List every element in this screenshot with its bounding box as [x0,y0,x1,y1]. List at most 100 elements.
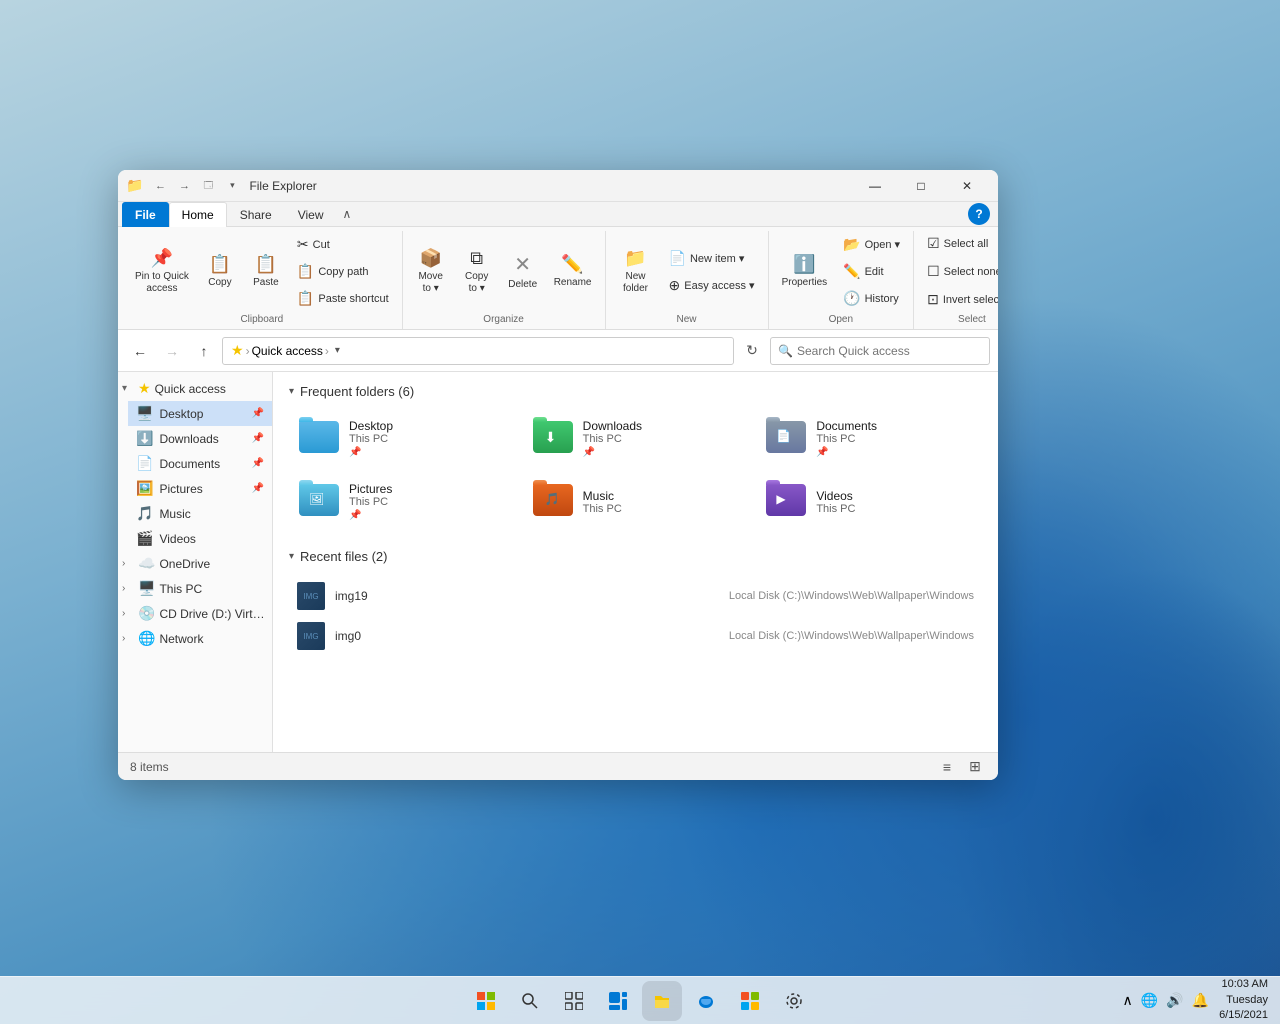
pictures-folder-thumb: 🖼 [299,484,339,520]
sidebar-item-videos[interactable]: 🎬 Videos [128,526,272,551]
delete-icon: ✕ [514,252,531,277]
task-view-button[interactable] [554,981,594,1021]
folder-item-desktop[interactable]: Desktop This PC 📌 [289,411,515,466]
recent-file-img0[interactable]: IMG img0 Local Disk (C:)\Windows\Web\Wal… [289,616,982,656]
volume-icon[interactable]: 🔊 [1164,990,1185,1011]
rename-button[interactable]: ✏️ Rename [547,249,599,294]
documents-folder-thumb: 📄 [766,421,806,457]
quick-access-toolbar-dropdown[interactable]: ▾ [221,175,243,197]
tab-home[interactable]: Home [169,202,227,227]
open-btn[interactable]: 📂 Open ▾ [836,232,907,257]
img0-name: img0 [335,629,719,643]
sidebar-item-pictures[interactable]: 🖼️ Pictures 📌 [128,476,272,501]
new-folder-button[interactable]: 📁 Newfolder [612,243,660,300]
copy-path-button[interactable]: 📋 Copy path [290,259,396,284]
history-button[interactable]: 🕐 History [836,286,907,311]
pin-quick-access-button[interactable]: 📌 Pin to Quickaccess [128,243,196,300]
tab-share[interactable]: Share [227,202,285,227]
minimize-button[interactable]: — [852,170,898,202]
copy-large-button[interactable]: 📋 Copy [198,249,242,294]
address-chevron-icon[interactable]: ▾ [335,345,340,356]
ribbon-help-btn[interactable]: ? [968,203,990,225]
quick-access-toolbar-newwin[interactable]: 🗔 [197,175,219,197]
status-view-controls: ≡ ⊞ [936,756,986,778]
select-all-icon: ☑ [927,235,940,252]
network-expand-icon: › [122,633,134,644]
quick-access-expand-icon: ▾ [122,383,134,394]
store-button[interactable] [730,981,770,1021]
select-none-button[interactable]: ☐ Select none [920,259,998,284]
network-icon[interactable]: 🌐 [1139,990,1160,1011]
edit-icon: ✏️ [843,263,860,280]
tray-chevron[interactable]: ∧ [1121,990,1135,1011]
edge-button[interactable] [686,981,726,1021]
address-bar[interactable]: ★ › Quick access › ▾ [222,337,734,365]
img19-path: Local Disk (C:)\Windows\Web\Wallpaper\Wi… [729,590,974,602]
refresh-button[interactable]: ↻ [738,337,766,365]
tab-file[interactable]: File [122,202,169,227]
copy-to-button[interactable]: ⧉ Copyto ▾ [455,243,499,300]
sidebar-onedrive-header[interactable]: › ☁️ OneDrive [118,551,272,576]
move-icon: 📦 [419,248,441,269]
folder-item-pictures[interactable]: 🖼 Pictures This PC 📌 [289,474,515,529]
delete-label: Delete [508,279,537,291]
folder-item-documents[interactable]: 📄 Documents This PC 📌 [756,411,982,466]
downloads-icon: ⬇️ [136,430,153,447]
breadcrumb-quick-access[interactable]: Quick access [252,344,323,358]
grid-view-button[interactable]: ⊞ [964,756,986,778]
back-button[interactable]: ← [126,337,154,365]
list-view-button[interactable]: ≡ [936,756,958,778]
close-button[interactable]: ✕ [944,170,990,202]
folder-item-downloads[interactable]: ⬇ Downloads This PC 📌 [523,411,749,466]
sidebar-cddrive-header[interactable]: › 💿 CD Drive (D:) Virtuall [118,601,272,626]
open-label: Open [775,312,908,325]
sidebar-quick-access-header[interactable]: ▾ ★ Quick access [118,376,272,401]
recent-file-img19[interactable]: IMG img19 Local Disk (C:)\Windows\Web\Wa… [289,576,982,616]
frequent-folders-toggle[interactable]: ▾ [289,386,294,397]
forward-button[interactable]: → [158,337,186,365]
start-button[interactable] [466,981,506,1021]
sidebar-item-documents[interactable]: 📄 Documents 📌 [128,451,272,476]
widgets-button[interactable] [598,981,638,1021]
recent-files-title: Recent files (2) [300,549,387,564]
folder-item-music[interactable]: 🎵 Music This PC [523,474,749,529]
properties-button[interactable]: ℹ️ Properties [775,249,835,294]
sidebar-thispc-header[interactable]: › 🖥️ This PC [118,576,272,601]
tab-view[interactable]: View [285,202,337,227]
new-item-button[interactable]: 📄 New item ▾ [662,246,762,271]
delete-button[interactable]: ✕ Delete [501,247,545,296]
sidebar-network-header[interactable]: › 🌐 Network [118,626,272,651]
quick-access-toolbar-back[interactable]: ← [149,175,171,197]
easy-access-button[interactable]: ⊕ Easy access ▾ [662,273,762,298]
sidebar-item-downloads[interactable]: ⬇️ Downloads 📌 [128,426,272,451]
paste-shortcut-button[interactable]: 📋 Paste shortcut [290,286,396,311]
sidebar-item-music[interactable]: 🎵 Music [128,501,272,526]
cut-button[interactable]: ✂ Cut [290,232,396,257]
quick-access-toolbar-forward[interactable]: → [173,175,195,197]
invert-selection-button[interactable]: ⊡ Invert selection [920,287,998,312]
sidebar-item-desktop[interactable]: 🖥️ Desktop 📌 [128,401,272,426]
taskbar-file-explorer-button[interactable] [642,981,682,1021]
videos-folder-name: Videos [816,489,972,503]
ribbon-collapse-btn[interactable]: ∧ [337,205,358,223]
up-button[interactable]: ↑ [190,337,218,365]
settings-button[interactable] [774,981,814,1021]
documents-folder-name: Documents [816,419,972,433]
maximize-button[interactable]: □ [898,170,944,202]
taskbar-search-button[interactable] [510,981,550,1021]
notification-icon[interactable]: 🔔 [1190,990,1211,1011]
status-bar: 8 items ≡ ⊞ [118,752,998,780]
select-all-button[interactable]: ☑ Select all [920,231,995,256]
copy-path-label: Copy path [318,266,368,278]
edit-button[interactable]: ✏️ Edit [836,259,907,284]
paste-large-button[interactable]: 📋 Paste [244,249,288,294]
copy-to-label: Copyto ▾ [465,271,488,295]
taskbar-clock[interactable]: 10:03 AM Tuesday 6/15/2021 [1219,977,1268,1023]
downloads-folder-icon: ⬇ [533,421,573,453]
recent-files-toggle[interactable]: ▾ [289,551,294,562]
search-input[interactable] [770,337,990,365]
folder-item-videos[interactable]: ▶ Videos This PC [756,474,982,529]
move-to-label: Moveto ▾ [418,271,442,295]
move-to-button[interactable]: 📦 Moveto ▾ [409,243,453,300]
quick-access-star-icon: ★ [231,342,244,359]
